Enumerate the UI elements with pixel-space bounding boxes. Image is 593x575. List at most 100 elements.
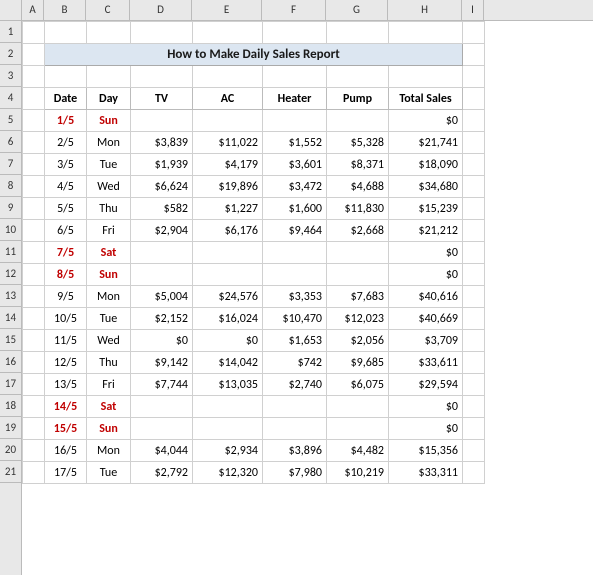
cell-total-11: $0 bbox=[389, 242, 463, 264]
cell-pump-5 bbox=[327, 110, 389, 132]
cell-date-21: 17/5 bbox=[45, 462, 87, 484]
cell-ac-18 bbox=[193, 396, 263, 418]
cell-i19 bbox=[463, 418, 485, 440]
cell-heater-6: $1,552 bbox=[263, 132, 327, 154]
cell-i10 bbox=[463, 220, 485, 242]
col-F: F bbox=[262, 0, 326, 20]
row-num-4: 4 bbox=[0, 87, 21, 109]
header-day: Day bbox=[87, 88, 131, 110]
cell-day-8: Wed bbox=[87, 176, 131, 198]
cell-total-14: $40,669 bbox=[389, 308, 463, 330]
cell-pump-14: $12,023 bbox=[327, 308, 389, 330]
data-table: How to Make Daily Sales Report bbox=[22, 21, 485, 484]
cell-tv-12 bbox=[131, 264, 193, 286]
cell-date-15: 11/5 bbox=[45, 330, 87, 352]
row-num-8: 8 bbox=[0, 175, 21, 197]
row-num-18: 18 bbox=[0, 395, 21, 417]
cell-pump-7: $8,371 bbox=[327, 154, 389, 176]
cell-g1 bbox=[327, 22, 389, 44]
row-num-2: 2 bbox=[0, 43, 21, 65]
cell-ac-19 bbox=[193, 418, 263, 440]
cell-ac-13: $24,576 bbox=[193, 286, 263, 308]
cell-date-11: 7/5 bbox=[45, 242, 87, 264]
cell-pump-20: $4,482 bbox=[327, 440, 389, 462]
row-num-9: 9 bbox=[0, 197, 21, 219]
cell-tv-6: $3,839 bbox=[131, 132, 193, 154]
grid-content: How to Make Daily Sales Report bbox=[22, 21, 593, 575]
col-C: C bbox=[86, 0, 130, 20]
cell-pump-21: $10,219 bbox=[327, 462, 389, 484]
cell-day-18: Sat bbox=[87, 396, 131, 418]
cell-heater-15: $1,653 bbox=[263, 330, 327, 352]
table-row: 13/5 Fri $7,744 $13,035 $2,740 $6,075 $2… bbox=[23, 374, 485, 396]
cell-day-12: Sun bbox=[87, 264, 131, 286]
row-numbers: 1 2 3 4 5 6 7 8 9 10 11 12 13 14 15 16 1… bbox=[0, 21, 22, 575]
cell-pump-10: $2,668 bbox=[327, 220, 389, 242]
cell-total-17: $29,594 bbox=[389, 374, 463, 396]
table-row: 14/5 Sat $0 bbox=[23, 396, 485, 418]
row-num-17: 17 bbox=[0, 373, 21, 395]
col-G: G bbox=[326, 0, 388, 20]
cell-d3 bbox=[131, 66, 193, 88]
cell-tv-7: $1,939 bbox=[131, 154, 193, 176]
cell-tv-18 bbox=[131, 396, 193, 418]
cell-i14 bbox=[463, 308, 485, 330]
cell-ac-9: $1,227 bbox=[193, 198, 263, 220]
cell-a18 bbox=[23, 396, 45, 418]
cell-tv-10: $2,904 bbox=[131, 220, 193, 242]
cell-heater-20: $3,896 bbox=[263, 440, 327, 462]
corner-cell bbox=[0, 0, 22, 20]
cell-i3 bbox=[463, 66, 485, 88]
header-ac: AC bbox=[193, 88, 263, 110]
header-date: Date bbox=[45, 88, 87, 110]
cell-i18 bbox=[463, 396, 485, 418]
cell-i12 bbox=[463, 264, 485, 286]
row-num-21: 21 bbox=[0, 461, 21, 483]
cell-ac-16: $14,042 bbox=[193, 352, 263, 374]
cell-heater-12 bbox=[263, 264, 327, 286]
table-row: 11/5 Wed $0 $0 $1,653 $2,056 $3,709 bbox=[23, 330, 485, 352]
cell-tv-13: $5,004 bbox=[131, 286, 193, 308]
col-B: B bbox=[44, 0, 86, 20]
cell-pump-15: $2,056 bbox=[327, 330, 389, 352]
spreadsheet: A B C D E F G H I 1 2 3 4 5 6 7 8 9 10 1… bbox=[0, 0, 593, 575]
cell-g3 bbox=[327, 66, 389, 88]
table-row: 17/5 Tue $2,792 $12,320 $7,980 $10,219 $… bbox=[23, 462, 485, 484]
cell-total-9: $15,239 bbox=[389, 198, 463, 220]
cell-total-18: $0 bbox=[389, 396, 463, 418]
cell-day-19: Sun bbox=[87, 418, 131, 440]
cell-i9 bbox=[463, 198, 485, 220]
header-total: Total Sales bbox=[389, 88, 463, 110]
table-row: 16/5 Mon $4,044 $2,934 $3,896 $4,482 $15… bbox=[23, 440, 485, 462]
cell-ac-12 bbox=[193, 264, 263, 286]
col-I: I bbox=[462, 0, 484, 20]
cell-day-7: Tue bbox=[87, 154, 131, 176]
cell-a10 bbox=[23, 220, 45, 242]
cell-heater-5 bbox=[263, 110, 327, 132]
cell-total-10: $21,212 bbox=[389, 220, 463, 242]
cell-ac-15: $0 bbox=[193, 330, 263, 352]
cell-ac-21: $12,320 bbox=[193, 462, 263, 484]
cell-ac-17: $13,035 bbox=[193, 374, 263, 396]
cell-day-14: Tue bbox=[87, 308, 131, 330]
cell-date-17: 13/5 bbox=[45, 374, 87, 396]
cell-day-20: Mon bbox=[87, 440, 131, 462]
cell-h3 bbox=[389, 66, 463, 88]
cell-total-8: $34,680 bbox=[389, 176, 463, 198]
cell-ac-10: $6,176 bbox=[193, 220, 263, 242]
cell-total-16: $33,611 bbox=[389, 352, 463, 374]
cell-c1 bbox=[87, 22, 131, 44]
table-row: 6/5 Fri $2,904 $6,176 $9,464 $2,668 $21,… bbox=[23, 220, 485, 242]
cell-heater-7: $3,601 bbox=[263, 154, 327, 176]
cell-heater-13: $3,353 bbox=[263, 286, 327, 308]
cell-heater-19 bbox=[263, 418, 327, 440]
cell-day-10: Fri bbox=[87, 220, 131, 242]
cell-a17 bbox=[23, 374, 45, 396]
cell-a13 bbox=[23, 286, 45, 308]
cell-a4 bbox=[23, 88, 45, 110]
cell-day-17: Fri bbox=[87, 374, 131, 396]
table-row: 9/5 Mon $5,004 $24,576 $3,353 $7,683 $40… bbox=[23, 286, 485, 308]
cell-day-15: Wed bbox=[87, 330, 131, 352]
cell-i5 bbox=[463, 110, 485, 132]
cell-tv-14: $2,152 bbox=[131, 308, 193, 330]
